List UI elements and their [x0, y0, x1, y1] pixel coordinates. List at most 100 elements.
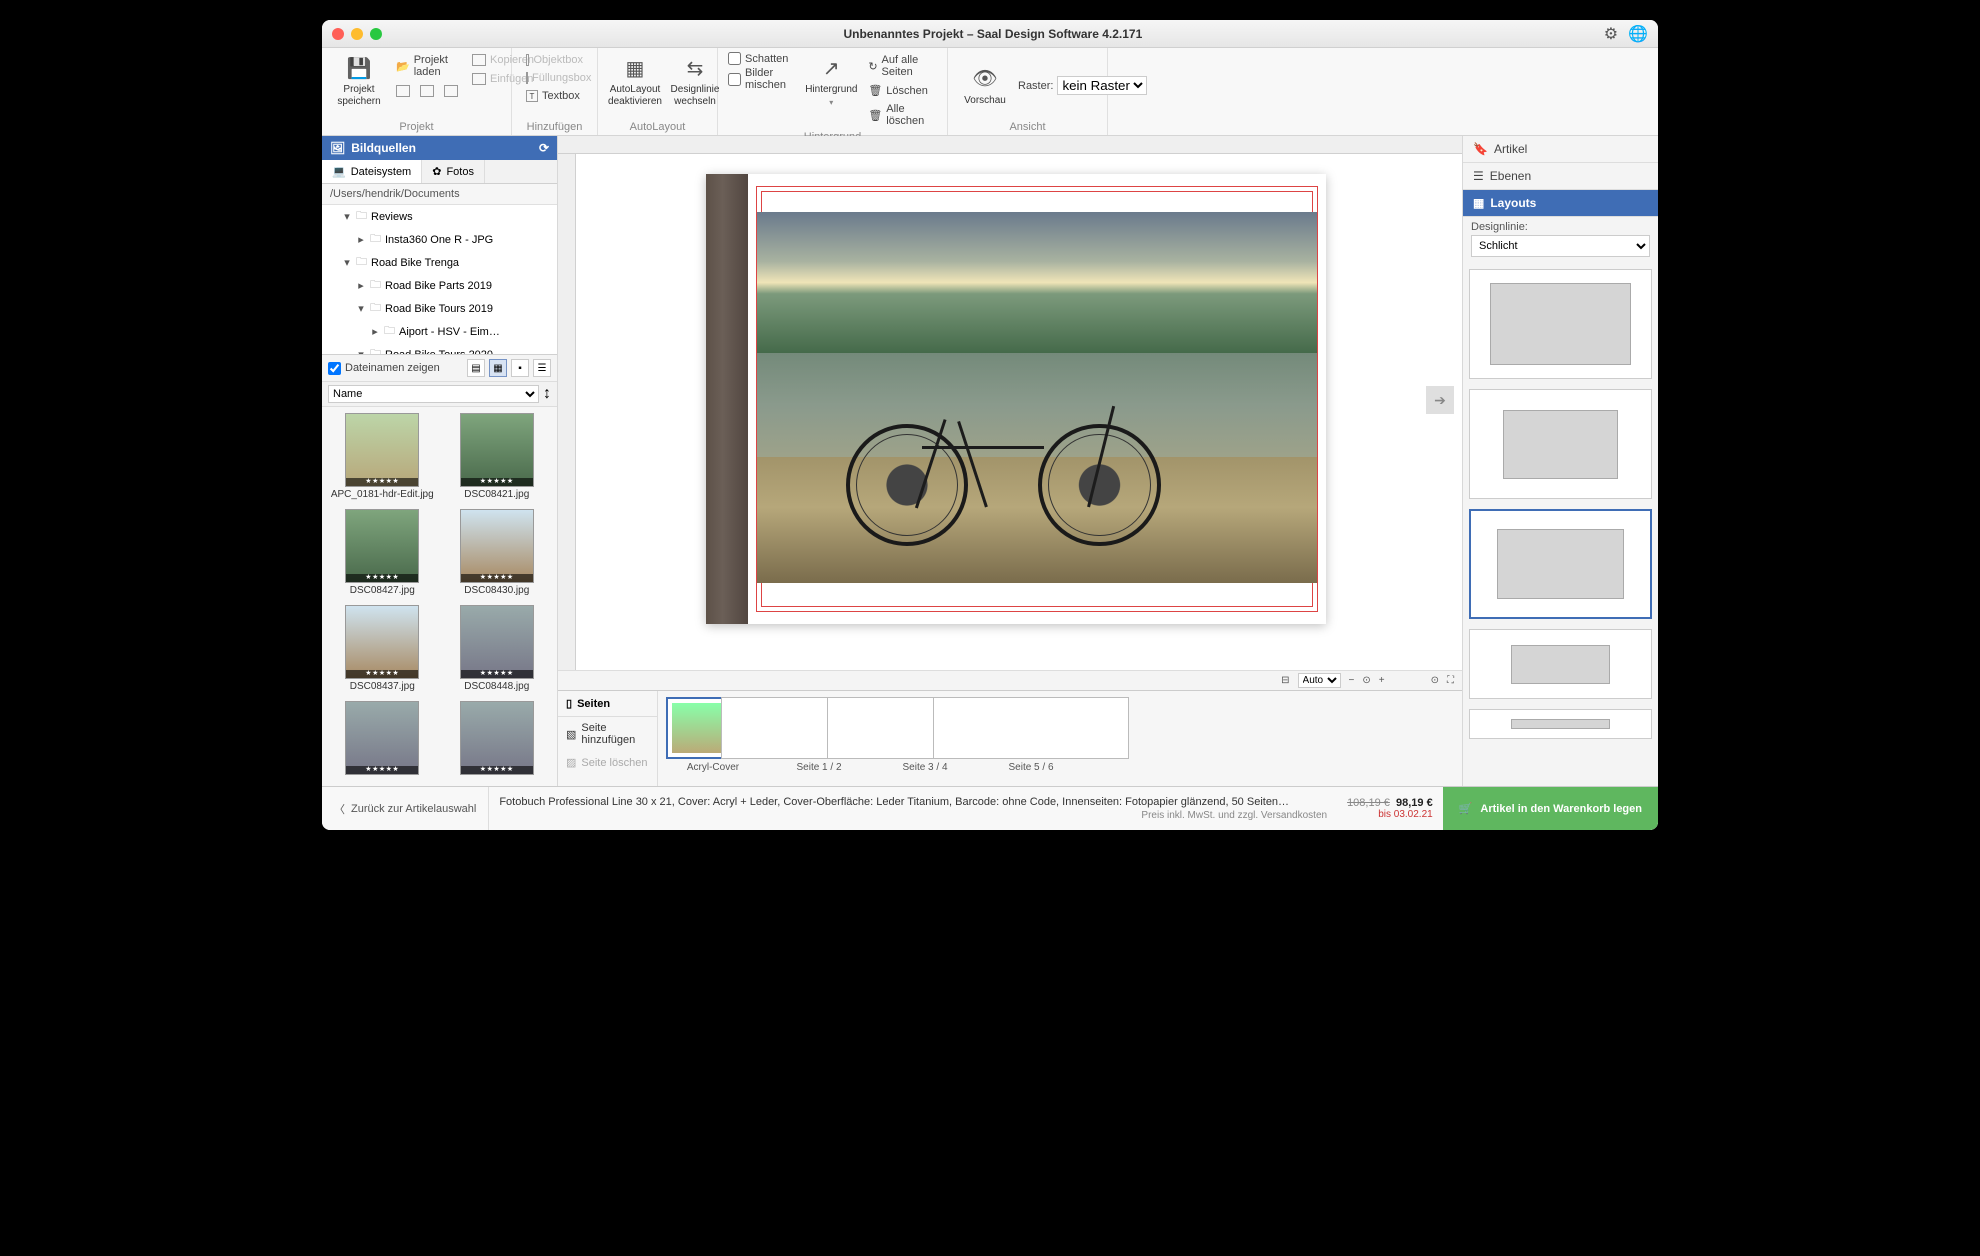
- blend-checkbox[interactable]: Bilder mischen: [728, 67, 798, 91]
- apply-all-pages-button[interactable]: ↻Auf alle Seiten: [864, 52, 937, 80]
- layout-option-2[interactable]: [1469, 389, 1652, 499]
- folder-icon: 🗀: [356, 207, 367, 226]
- tab-artikel[interactable]: 🔖Artikel: [1463, 136, 1658, 163]
- minimize-icon[interactable]: [351, 28, 363, 40]
- thumbnail[interactable]: ★★★★★: [443, 701, 552, 780]
- view-list-icon[interactable]: ▤: [467, 359, 485, 377]
- zoom-out-edge-icon[interactable]: ⊟: [1281, 675, 1289, 686]
- layout-tab-icon: ▦: [1473, 196, 1484, 210]
- window-controls: [332, 28, 382, 40]
- view-grid-icon[interactable]: ▦: [489, 359, 507, 377]
- thumbnail[interactable]: ★★★★★APC_0181-hdr-Edit.jpg: [328, 413, 437, 503]
- canvas[interactable]: ➔: [576, 154, 1462, 670]
- trash-all-icon: 🗑: [868, 109, 882, 122]
- computer-icon: 💻: [332, 165, 346, 178]
- group-label-ansicht: Ansicht: [958, 119, 1097, 133]
- tab-layouts[interactable]: ▦Layouts: [1463, 190, 1658, 217]
- settings-icon[interactable]: ⚙: [1604, 24, 1618, 44]
- filmstrip: ▯Seiten ▧Seite hinzufügen ▨Seite löschen…: [558, 690, 1462, 786]
- zoom-in-icon[interactable]: +: [1379, 675, 1385, 686]
- next-page-arrow[interactable]: ➔: [1426, 386, 1454, 414]
- layout-option-1[interactable]: [1469, 269, 1652, 379]
- app-window: Unbenanntes Projekt – Saal Design Softwa…: [322, 20, 1658, 830]
- add-to-cart-button[interactable]: 🛒Artikel in den Warenkorb legen: [1443, 787, 1658, 830]
- show-filenames-checkbox[interactable]: Dateinamen zeigen: [328, 362, 463, 375]
- swap-icon: ⇆: [681, 54, 709, 82]
- price-block: 108,19 € 98,19 € bis 03.02.21: [1337, 797, 1443, 820]
- layout-option-3[interactable]: [1469, 509, 1652, 619]
- box-icon: [526, 54, 529, 66]
- book-spine: [706, 174, 748, 624]
- background-button[interactable]: ↗Hintergrund▾: [804, 52, 858, 109]
- delete-all-bg-button[interactable]: 🗑Alle löschen: [864, 101, 937, 129]
- tree-node[interactable]: ▸🗀Insta360 One R - JPG: [322, 228, 557, 251]
- thumbnail[interactable]: ★★★★★DSC08421.jpg: [443, 413, 552, 503]
- zoom-actual-icon[interactable]: ⊙: [1431, 675, 1439, 686]
- thumbnail[interactable]: ★★★★★DSC08437.jpg: [328, 605, 437, 695]
- designline-label: Designlinie:: [1463, 217, 1658, 233]
- zoom-fit-icon[interactable]: ⊙: [1362, 675, 1370, 686]
- designline-switch-button[interactable]: ⇆Designlinie wechseln: [668, 52, 722, 109]
- layout-icon: ▦: [621, 54, 649, 82]
- maximize-icon[interactable]: [370, 28, 382, 40]
- folder-icon: 🗀: [384, 322, 395, 341]
- sort-order-button[interactable]: ↕: [543, 385, 551, 403]
- group-label-hinzufuegen: Hinzufügen: [522, 119, 587, 133]
- tree-node[interactable]: ▸🗀Aiport - HSV - Eim…: [322, 320, 557, 343]
- mini-btn-row[interactable]: [392, 83, 462, 99]
- trash-icon: 🗑: [868, 84, 882, 97]
- thumbnail[interactable]: ★★★★★DSC08427.jpg: [328, 509, 437, 599]
- save-project-button[interactable]: 💾 Projekt speichern: [332, 52, 386, 109]
- images-icon: 🖼: [330, 141, 345, 155]
- globe-icon[interactable]: 🌐: [1628, 24, 1648, 44]
- thumbnail-grid: ★★★★★APC_0181-hdr-Edit.jpg★★★★★DSC08421.…: [322, 407, 557, 786]
- placed-photo[interactable]: [756, 186, 1318, 612]
- load-project-button[interactable]: 📂Projekt laden: [392, 52, 462, 80]
- tab-filesystem[interactable]: 💻Dateisystem: [322, 160, 422, 183]
- layout-option-4[interactable]: [1469, 629, 1652, 699]
- folder-tree[interactable]: ▾🗀Reviews▸🗀Insta360 One R - JPG▾🗀Road Bi…: [322, 205, 557, 355]
- tree-node[interactable]: ▾🗀Reviews: [322, 205, 557, 228]
- window-title: Unbenanntes Projekt – Saal Design Softwa…: [382, 27, 1604, 41]
- tree-node[interactable]: ▾🗀Road Bike Tours 2019: [322, 297, 557, 320]
- tree-node[interactable]: ▸🗀Road Bike Parts 2019: [322, 274, 557, 297]
- tree-node[interactable]: ▾🗀Road Bike Trenga: [322, 251, 557, 274]
- page-cover[interactable]: [706, 174, 1326, 624]
- thumbnail[interactable]: ★★★★★DSC08430.jpg: [443, 509, 552, 599]
- view-details-icon[interactable]: ☰: [533, 359, 551, 377]
- fill-icon: [526, 72, 528, 84]
- layers-icon: ☰: [1473, 169, 1484, 183]
- pages-header: ▯Seiten: [558, 691, 657, 717]
- layout-option-5[interactable]: [1469, 709, 1652, 739]
- shadow-checkbox[interactable]: Schatten: [728, 52, 798, 65]
- close-icon[interactable]: [332, 28, 344, 40]
- tab-fotos[interactable]: ✿Fotos: [422, 160, 485, 183]
- delete-page-button: ▨Seite löschen: [558, 751, 657, 774]
- product-description: Fotobuch Professional Line 30 x 21, Cove…: [489, 791, 1337, 826]
- tree-node[interactable]: ▾🗀Road Bike Tours 2020: [322, 343, 557, 355]
- preview-button[interactable]: 👁Vorschau: [958, 63, 1012, 109]
- refresh-sources-icon[interactable]: ⟳: [539, 141, 549, 155]
- add-page-button[interactable]: ▧Seite hinzufügen: [558, 717, 657, 751]
- group-label-autolayout: AutoLayout: [608, 119, 707, 133]
- cart-icon: 🛒: [1459, 802, 1473, 815]
- sort-select[interactable]: Name: [328, 385, 539, 403]
- background-icon: ↗: [817, 54, 845, 82]
- thumbnail[interactable]: ★★★★★DSC08448.jpg: [443, 605, 552, 695]
- filmstrip-page[interactable]: Seite 5 / 6: [982, 697, 1080, 780]
- view-small-icon[interactable]: ▪: [511, 359, 529, 377]
- textbox-button[interactable]: TTextbox: [522, 88, 587, 104]
- tab-ebenen[interactable]: ☰Ebenen: [1463, 163, 1658, 190]
- pages-icon: ▯: [566, 697, 572, 710]
- center-area: ➔ ⊟ Auto − ⊙ + ⊙ ⛶ ▯Seiten ▧Seite hinzuf…: [558, 136, 1462, 786]
- thumbnail[interactable]: ★★★★★: [328, 701, 437, 780]
- back-to-articles-button[interactable]: 〈Zurück zur Artikelauswahl: [322, 787, 489, 830]
- zoom-out-icon[interactable]: −: [1349, 675, 1355, 686]
- delete-bg-button[interactable]: 🗑Löschen: [864, 82, 937, 99]
- fullscreen-icon[interactable]: ⛶: [1447, 675, 1454, 686]
- designline-select[interactable]: Schlicht: [1471, 235, 1650, 257]
- raster-select[interactable]: kein Raster: [1057, 76, 1147, 95]
- objektbox-button: Objektbox: [522, 52, 587, 68]
- zoom-select[interactable]: Auto: [1298, 673, 1341, 688]
- autolayout-toggle-button[interactable]: ▦AutoLayout deaktivieren: [608, 52, 662, 109]
